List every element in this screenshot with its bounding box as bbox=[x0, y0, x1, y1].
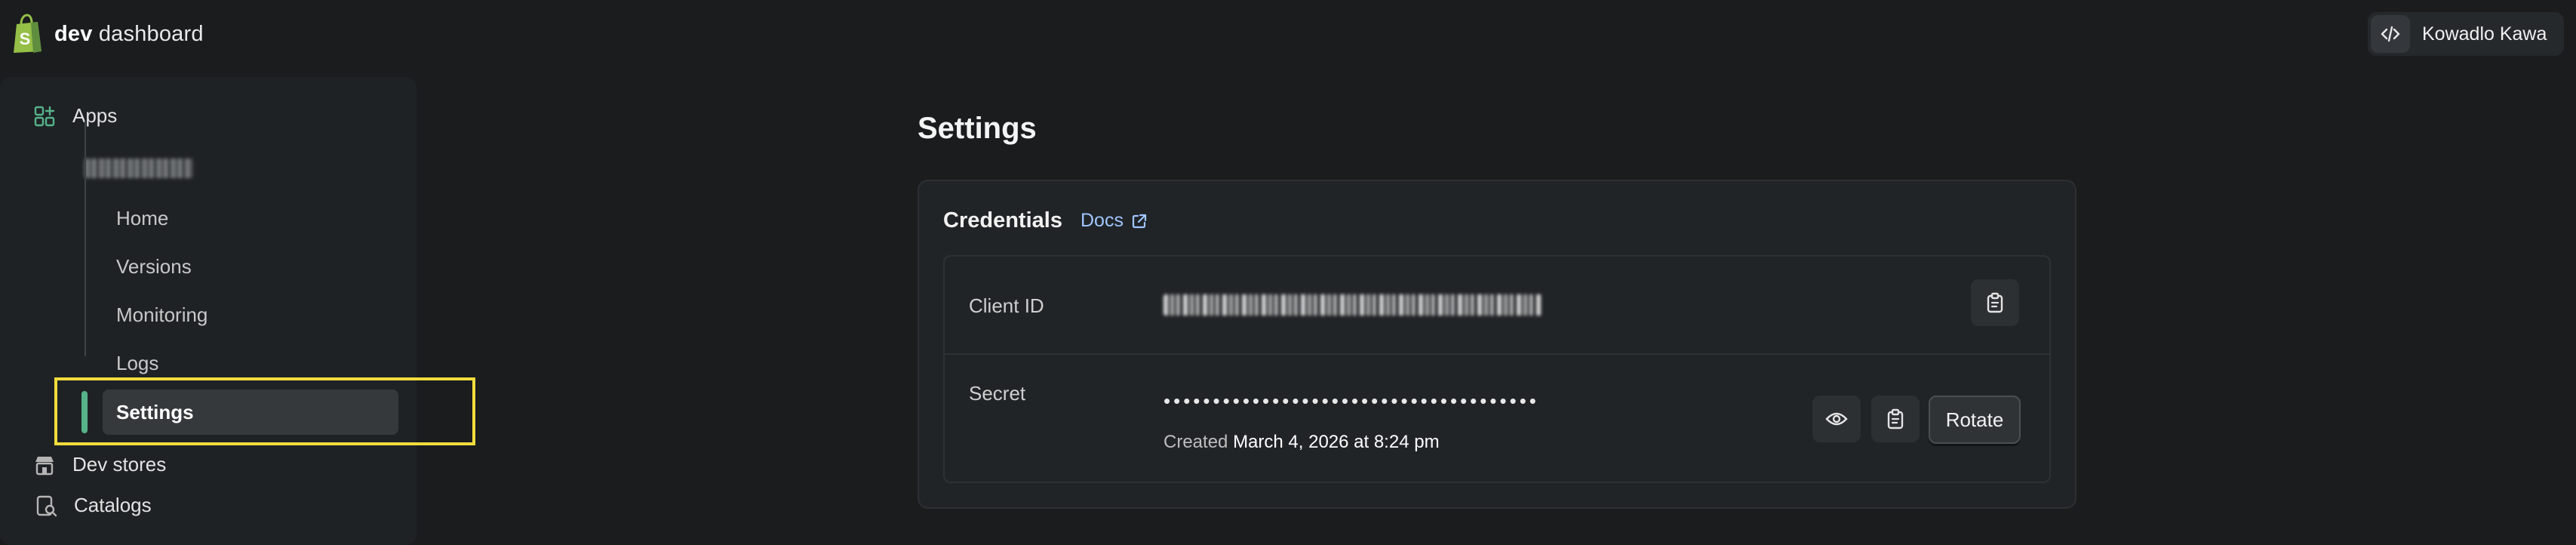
external-link-icon bbox=[1132, 214, 1147, 228]
catalog-icon bbox=[36, 495, 57, 516]
sidebar-item-dev-stores[interactable]: Dev stores bbox=[33, 453, 166, 476]
credentials-fields: Client ID Secret •••••••••••••••••••••••… bbox=[943, 255, 2051, 483]
store-icon bbox=[35, 456, 54, 475]
secret-created: Created March 4, 2026 at 8:24 pm bbox=[1164, 432, 1440, 453]
brand-rest: dashboard bbox=[92, 21, 204, 46]
docs-link[interactable]: Docs bbox=[1081, 210, 1148, 232]
sidebar-item-home[interactable]: Home bbox=[116, 207, 168, 230]
sidebar-item-monitoring[interactable]: Monitoring bbox=[116, 303, 207, 327]
client-id-label: Client ID bbox=[969, 294, 1044, 317]
user-menu-button[interactable]: Kowadlo Kawa bbox=[2368, 12, 2564, 56]
brand-bold: dev bbox=[54, 21, 93, 46]
sidebar-item-catalogs[interactable]: Catalogs bbox=[35, 494, 152, 517]
apps-icon bbox=[34, 106, 55, 126]
tree-line bbox=[85, 121, 86, 356]
clipboard-icon bbox=[1987, 292, 2003, 313]
dev-dashboard-logo[interactable]: S dev dashboard bbox=[11, 14, 204, 54]
svg-text:S: S bbox=[20, 29, 31, 48]
sidebar-item-apps[interactable]: Apps bbox=[33, 104, 117, 128]
credentials-title: Credentials bbox=[943, 208, 1062, 232]
sidebar-item-dev-stores-label: Dev stores bbox=[72, 453, 167, 476]
copy-client-id-button[interactable] bbox=[1971, 279, 2019, 326]
sidebar-item-apps-label: Apps bbox=[72, 104, 118, 127]
clipboard-icon bbox=[1887, 408, 1904, 430]
brand-wordmark: dev dashboard bbox=[54, 22, 204, 47]
created-label: Created bbox=[1164, 432, 1228, 452]
sidebar-item-catalogs-label: Catalogs bbox=[74, 494, 152, 516]
rotate-secret-button[interactable]: Rotate bbox=[1929, 396, 2021, 444]
secret-masked-value: •••••••••••••••••••••••••••••••••••••• bbox=[1164, 390, 1539, 412]
eye-icon bbox=[1825, 412, 1848, 426]
secret-row: •••••••••••••••••••••••••••••••••••••• C… bbox=[945, 355, 2049, 483]
shopify-bag-icon: S bbox=[14, 14, 41, 53]
copy-secret-button[interactable] bbox=[1871, 396, 1920, 442]
sidebar-item-logs[interactable]: Logs bbox=[116, 352, 158, 375]
reveal-secret-button[interactable] bbox=[1812, 396, 1861, 442]
docs-link-label: Docs bbox=[1081, 210, 1124, 231]
user-name: Kowadlo Kawa bbox=[2422, 23, 2547, 45]
created-date: March 4, 2026 at 8:24 pm bbox=[1233, 432, 1440, 452]
code-icon bbox=[2371, 15, 2410, 53]
credentials-card: Credentials Docs Client ID Secret ••••••… bbox=[918, 180, 2076, 509]
page-title: Settings bbox=[918, 112, 1037, 145]
client-id-value-redacted bbox=[1164, 294, 1542, 316]
sidebar-item-versions[interactable]: Versions bbox=[116, 255, 192, 279]
app-name-redacted[interactable] bbox=[85, 159, 193, 178]
annotation-highlight-box bbox=[54, 377, 475, 445]
